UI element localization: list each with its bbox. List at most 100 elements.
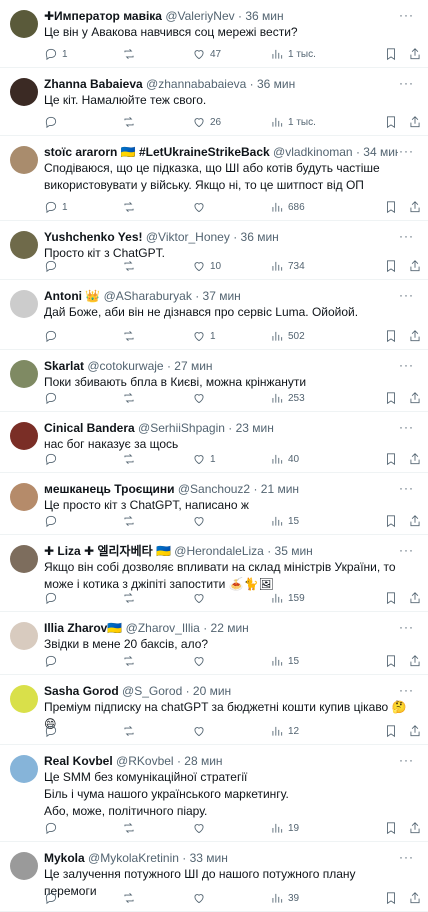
timestamp[interactable]: · 33 мин xyxy=(182,851,228,865)
like-button[interactable]: 1 xyxy=(192,451,216,467)
reply-button[interactable] xyxy=(44,513,62,529)
avatar[interactable] xyxy=(10,685,38,713)
bookmark-button[interactable] xyxy=(384,258,398,274)
retweet-button[interactable] xyxy=(122,820,140,836)
share-button[interactable] xyxy=(408,653,422,669)
views-button[interactable]: 40 xyxy=(270,451,299,467)
tweet-row[interactable]: stoïc ararorn 🇺🇦 #LetUkraineStrikeBack @… xyxy=(0,136,428,221)
author-name[interactable]: Skarlat xyxy=(44,359,84,373)
more-options-icon[interactable]: ··· xyxy=(399,753,414,767)
avatar[interactable] xyxy=(10,231,38,259)
bookmark-button[interactable] xyxy=(384,390,398,406)
retweet-button[interactable] xyxy=(122,451,140,467)
bookmark-button[interactable] xyxy=(384,199,398,215)
retweet-button[interactable] xyxy=(122,590,140,606)
avatar[interactable] xyxy=(10,78,38,106)
timestamp[interactable]: · 23 мин xyxy=(228,421,274,435)
more-options-icon[interactable]: ··· xyxy=(399,229,414,243)
views-button[interactable]: 19 xyxy=(270,820,299,836)
views-button[interactable]: 12 xyxy=(270,723,299,739)
author-handle[interactable]: @vladkinoman xyxy=(273,145,353,159)
tweet-row[interactable]: Real Kovbel @RKovbel · 28 мин ··· Це SMM б… xyxy=(0,745,428,842)
share-button[interactable] xyxy=(408,723,422,739)
share-button[interactable] xyxy=(408,513,422,529)
like-button[interactable] xyxy=(192,390,210,406)
bookmark-button[interactable] xyxy=(384,723,398,739)
share-button[interactable] xyxy=(408,390,422,406)
tweet-row[interactable]: ✚ Liza ✚ 엘리자베타 🇺🇦 @HerondaleLiza · 35 ми… xyxy=(0,535,428,612)
like-button[interactable] xyxy=(192,590,210,606)
author-name[interactable]: Sasha Gorod xyxy=(44,684,119,698)
retweet-button[interactable] xyxy=(122,653,140,669)
like-button[interactable] xyxy=(192,820,210,836)
views-button[interactable]: 1 тыс. xyxy=(270,114,316,130)
author-name[interactable]: Antoni 👑 xyxy=(44,289,100,303)
more-options-icon[interactable]: ··· xyxy=(399,620,414,634)
author-name[interactable]: Real Kovbel xyxy=(44,754,113,768)
views-button[interactable]: 502 xyxy=(270,328,305,344)
retweet-button[interactable] xyxy=(122,258,140,274)
avatar[interactable] xyxy=(10,852,38,880)
more-options-icon[interactable]: ··· xyxy=(399,850,414,864)
retweet-button[interactable] xyxy=(122,390,140,406)
author-handle[interactable]: @Sanchouz2 xyxy=(178,482,250,496)
author-handle[interactable]: @zhannababaieva xyxy=(146,77,246,91)
author-name[interactable]: Illia Zharov🇺🇦 xyxy=(44,621,122,635)
avatar[interactable] xyxy=(10,146,38,174)
more-options-icon[interactable]: ··· xyxy=(399,543,414,557)
timestamp[interactable]: · 34 мин xyxy=(356,145,398,159)
reply-button[interactable]: 1 xyxy=(44,46,68,62)
avatar[interactable] xyxy=(10,622,38,650)
retweet-button[interactable] xyxy=(122,890,140,906)
timestamp[interactable]: · 36 мин xyxy=(233,230,279,244)
reply-button[interactable] xyxy=(44,890,62,906)
more-options-icon[interactable]: ··· xyxy=(399,683,414,697)
author-name[interactable]: stoïc ararorn 🇺🇦 #LetUkraineStrikeBack xyxy=(44,145,270,159)
share-button[interactable] xyxy=(408,890,422,906)
bookmark-button[interactable] xyxy=(384,114,398,130)
reply-button[interactable] xyxy=(44,653,62,669)
author-handle[interactable]: @Viktor_Honey xyxy=(146,230,230,244)
reply-button[interactable] xyxy=(44,723,62,739)
reply-button[interactable] xyxy=(44,820,62,836)
timestamp[interactable]: · 35 мин xyxy=(267,544,313,558)
tweet-row[interactable]: ✚Император мавіка @ValeriyNev · 36 мин ··… xyxy=(0,0,428,68)
bookmark-button[interactable] xyxy=(384,590,398,606)
views-button[interactable]: 39 xyxy=(270,890,299,906)
tweet-row[interactable]: Mykola @MykolaKretinin · 33 мин ··· Це зал… xyxy=(0,842,428,912)
like-button[interactable]: 47 xyxy=(192,46,221,62)
views-button[interactable]: 15 xyxy=(270,653,299,669)
tweet-row[interactable]: Sasha Gorod @S_Gorod · 20 мин ··· Преміум … xyxy=(0,675,428,745)
author-name[interactable]: ✚ Liza ✚ 엘리자베타 🇺🇦 xyxy=(44,544,171,558)
reply-button[interactable] xyxy=(44,590,62,606)
like-button[interactable] xyxy=(192,890,210,906)
share-button[interactable] xyxy=(408,820,422,836)
retweet-button[interactable] xyxy=(122,46,140,62)
author-handle[interactable]: @ValeriyNev xyxy=(165,9,234,23)
author-handle[interactable]: @ASharaburyak xyxy=(104,289,192,303)
like-button[interactable]: 26 xyxy=(192,114,221,130)
views-button[interactable]: 1 тыс. xyxy=(270,46,316,62)
more-options-icon[interactable]: ··· xyxy=(399,8,414,22)
more-options-icon[interactable]: ··· xyxy=(399,481,414,495)
avatar[interactable] xyxy=(10,422,38,450)
retweet-button[interactable] xyxy=(122,114,140,130)
tweet-row[interactable]: Illia Zharov🇺🇦 @Zharov_Illia · 22 мин ···… xyxy=(0,612,428,675)
share-button[interactable] xyxy=(408,114,422,130)
views-button[interactable]: 734 xyxy=(270,258,305,274)
retweet-button[interactable] xyxy=(122,199,140,215)
avatar[interactable] xyxy=(10,755,38,783)
avatar[interactable] xyxy=(10,360,38,388)
like-button[interactable]: 10 xyxy=(192,258,221,274)
avatar[interactable] xyxy=(10,290,38,318)
more-options-icon[interactable]: ··· xyxy=(399,76,414,90)
tweet-row[interactable]: Cinical Bandera @SerhiiShpagin · 23 мин ·… xyxy=(0,412,428,473)
like-button[interactable]: 1 xyxy=(192,328,216,344)
bookmark-button[interactable] xyxy=(384,653,398,669)
more-options-icon[interactable]: ··· xyxy=(399,144,414,158)
avatar[interactable] xyxy=(10,483,38,511)
tweet-row[interactable]: Yushchenko Yes! @Viktor_Honey · 36 мин ··… xyxy=(0,221,428,280)
tweet-row[interactable]: мешканець Троєщини @Sanchouz2 · 21 мин ··… xyxy=(0,473,428,535)
reply-button[interactable]: 1 xyxy=(44,199,68,215)
tweet-row[interactable]: Antoni 👑 @ASharaburyak · 37 мин ··· Дай Бо… xyxy=(0,280,428,350)
